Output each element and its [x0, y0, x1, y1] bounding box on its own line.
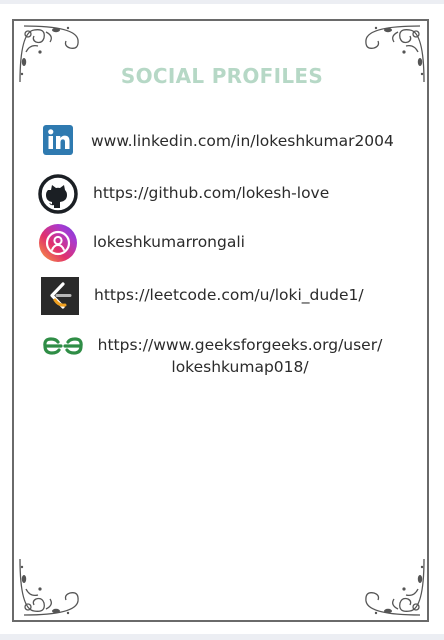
instagram-icon[interactable]: [38, 223, 78, 263]
corner-ornament-bottom-right: [358, 549, 428, 619]
page-border: [12, 19, 429, 622]
github-link[interactable]: https://github.com/lokesh-love: [93, 184, 329, 202]
leetcode-icon[interactable]: [40, 276, 80, 316]
instagram-handle[interactable]: lokeshkumarrongali: [93, 233, 245, 251]
linkedin-link[interactable]: www.linkedin.com/in/lokeshkumar2004: [91, 132, 394, 150]
page-title: SOCIAL PROFILES: [120, 64, 324, 88]
linkedin-icon[interactable]: [38, 120, 78, 160]
resume-page: SOCIAL PROFILES www.linkedin.com/in/loke…: [0, 4, 444, 634]
corner-ornament-bottom-left: [16, 549, 86, 619]
github-icon[interactable]: [38, 174, 78, 214]
geeksforgeeks-link[interactable]: https://www.geeksforgeeks.org/user/ loke…: [90, 334, 390, 378]
leetcode-link[interactable]: https://leetcode.com/u/loki_dude1/: [94, 286, 364, 304]
geeksforgeeks-icon[interactable]: [40, 326, 86, 366]
